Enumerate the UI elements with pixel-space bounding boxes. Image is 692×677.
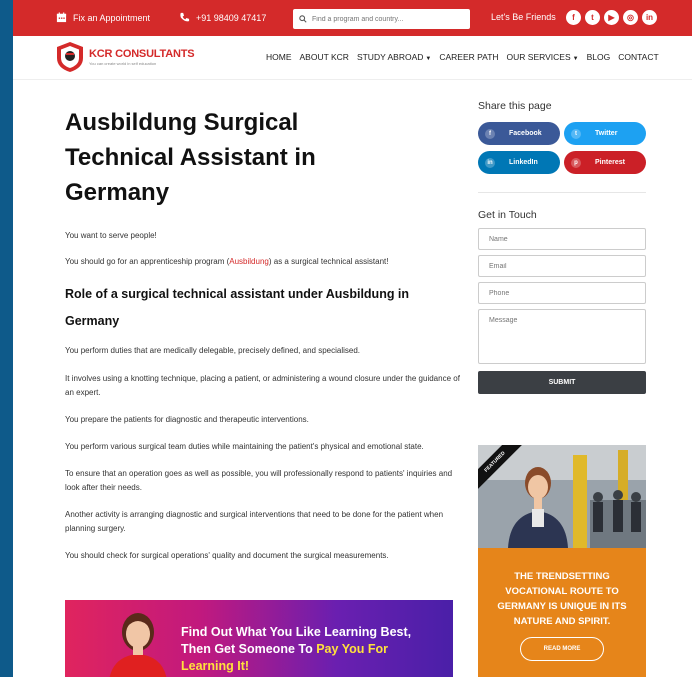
logo-emblem-icon	[57, 42, 83, 72]
share-linkedin-button[interactable]: in LinkedIn	[478, 151, 560, 174]
share-facebook-button[interactable]: f Facebook	[478, 122, 560, 145]
nav-item-career-path[interactable]: CAREER PATH	[439, 52, 498, 62]
logo[interactable]: KCR CONSULTANTS You can create world in …	[55, 41, 195, 73]
article: Ausbildung Surgical Technical Assistant …	[65, 100, 460, 563]
main-nav: KCR CONSULTANTS You can create world in …	[13, 36, 692, 80]
phone-field[interactable]	[478, 282, 646, 304]
caret-down-icon: ▼	[572, 56, 579, 62]
search-icon	[299, 15, 307, 23]
pinterest-icon: p	[571, 157, 581, 168]
share-buttons: f Facebook t Twitter in LinkedIn p Pinte…	[478, 122, 646, 174]
paragraph: Another activity is arranging diagnostic…	[65, 510, 444, 533]
nav-item-study-abroad[interactable]: STUDY ABROAD ▼	[357, 52, 431, 62]
search-box[interactable]	[293, 9, 470, 29]
banner-text-part: Then Get Someone To	[181, 642, 317, 656]
contact-title: Get in Touch	[478, 209, 537, 221]
share-pinterest-button[interactable]: p Pinterest	[564, 151, 646, 174]
share-title: Share this page	[478, 100, 552, 112]
logo-tagline: You can create world in self education	[89, 61, 157, 66]
page-title: Ausbildung Surgical Technical Assistant …	[65, 109, 316, 206]
share-label: Twitter	[595, 130, 618, 137]
page-frame: Fix an Appointment +91 98409 47417 Let's…	[13, 0, 692, 677]
appointment-link[interactable]: Fix an Appointment	[56, 12, 150, 23]
youtube-icon[interactable]: ▶	[604, 10, 619, 25]
social-label: Let's Be Friends	[491, 12, 556, 22]
promo-banner[interactable]: Find Out What You Like Learning Best, Th…	[65, 600, 453, 677]
twitter-icon[interactable]: t	[585, 10, 600, 25]
woman-portrait-image	[109, 613, 167, 677]
caret-down-icon: ▼	[425, 56, 432, 62]
top-bar: Fix an Appointment +91 98409 47417 Let's…	[13, 0, 692, 36]
submit-button[interactable]: SUBMIT	[478, 371, 646, 394]
paragraph: You perform duties that are medically de…	[65, 346, 360, 355]
search-input[interactable]	[312, 15, 462, 23]
nav-item-services[interactable]: OUR SERVICES ▼	[507, 52, 579, 62]
phone-label: +91 98409 47417	[196, 12, 267, 23]
section-heading: Role of a surgical technical assistant u…	[65, 287, 410, 328]
paragraph: You should go for an apprenticeship prog…	[65, 255, 460, 269]
paragraph: You want to serve people!	[65, 231, 157, 240]
appointment-label: Fix an Appointment	[73, 12, 151, 23]
nav-item-label: OUR SERVICES	[506, 52, 571, 62]
name-field[interactable]	[478, 228, 646, 250]
email-field[interactable]	[478, 255, 646, 277]
logo-name: KCR CONSULTANTS	[89, 48, 195, 60]
instagram-icon[interactable]: ◎	[623, 10, 638, 25]
banner-line: Find Out What You Like Learning Best,	[181, 625, 412, 639]
paragraph: You prepare the patients for diagnostic …	[65, 415, 309, 424]
banner-highlight: Learning It!	[181, 659, 250, 673]
paragraph: You should check for surgical operations…	[65, 551, 389, 560]
contact-form: SUBMIT	[478, 228, 646, 394]
phone-link[interactable]: +91 98409 47417	[179, 12, 266, 23]
nav-item-about[interactable]: ABOUT KCR	[300, 52, 349, 62]
featured-headline: THE TRENDSETTING VOCATIONAL ROUTE TO GER…	[497, 571, 627, 627]
nav-item-contact[interactable]: CONTACT	[618, 52, 658, 62]
facebook-icon[interactable]: f	[566, 10, 581, 25]
nav-item-home[interactable]: HOME	[266, 52, 292, 62]
linkedin-icon: in	[485, 157, 495, 168]
featured-photo: FEATURED	[478, 445, 646, 548]
read-more-button[interactable]: READ MORE	[520, 637, 604, 661]
paragraph: It involves using a knotting technique, …	[65, 374, 460, 397]
text: You should go for an apprenticeship prog…	[65, 257, 230, 266]
social-icons: f t ▶ ◎ in	[566, 10, 657, 25]
paragraph: You perform various surgical team duties…	[65, 442, 424, 451]
nav-item-blog[interactable]: BLOG	[587, 52, 611, 62]
message-field[interactable]	[478, 309, 646, 364]
paragraph: To ensure that an operation goes as well…	[65, 469, 453, 492]
divider	[478, 192, 646, 193]
text: ) as a surgical technical assistant!	[268, 257, 389, 266]
banner-highlight: Pay You For	[316, 642, 388, 656]
share-label: Facebook	[509, 130, 542, 137]
banner-text: Find Out What You Like Learning Best, Th…	[181, 624, 441, 675]
featured-card[interactable]: FEATURED THE TRENDSETTING VOCATIONAL ROU…	[478, 445, 646, 677]
twitter-icon: t	[571, 128, 581, 139]
ausbildung-link[interactable]: Ausbildung	[229, 257, 269, 266]
share-twitter-button[interactable]: t Twitter	[564, 122, 646, 145]
phone-icon	[180, 12, 190, 22]
share-label: LinkedIn	[509, 159, 538, 166]
banner-line: Then Get Someone To Pay You For	[181, 641, 441, 658]
calendar-icon	[56, 12, 67, 23]
linkedin-icon[interactable]: in	[642, 10, 657, 25]
sidebar: Share this page f Facebook t Twitter in …	[478, 100, 646, 394]
menu: HOME ABOUT KCR STUDY ABROAD ▼ CAREER PATH…	[266, 52, 659, 62]
facebook-icon: f	[485, 128, 495, 139]
share-label: Pinterest	[595, 159, 625, 166]
nav-item-label: STUDY ABROAD	[356, 52, 424, 62]
